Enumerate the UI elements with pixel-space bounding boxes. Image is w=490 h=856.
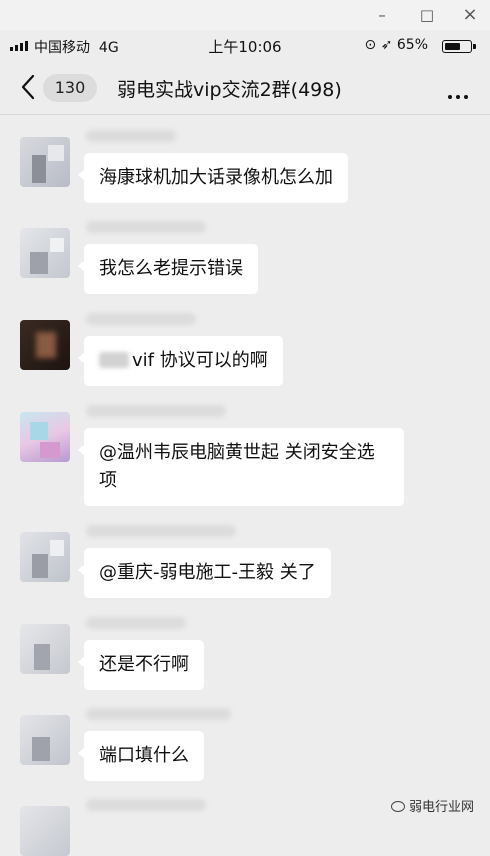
back-arrow-icon[interactable] xyxy=(18,72,38,102)
message-bubble[interactable]: 还是不行啊 xyxy=(78,640,204,690)
battery-icon xyxy=(442,40,476,53)
unread-count-badge[interactable]: 130 xyxy=(43,74,97,102)
avatar[interactable] xyxy=(20,715,70,765)
close-button[interactable]: × xyxy=(458,4,482,26)
sender-name-blurred xyxy=(86,130,176,142)
avatar[interactable] xyxy=(20,320,70,370)
sender-name-blurred xyxy=(86,221,206,233)
message-bubble[interactable]: vif 协议可以的啊 xyxy=(78,336,283,386)
message-bubble[interactable]: 端口填什么 xyxy=(78,731,204,781)
status-icons: ⊙ ➶ 65% xyxy=(365,37,429,53)
orientation-lock-icon: ⊙ xyxy=(364,37,377,53)
message-bubble[interactable]: @重庆-弱电施工-王毅 关了 xyxy=(78,548,331,598)
message-bubble[interactable]: 海康球机加大话录像机怎么加 xyxy=(78,153,348,203)
more-options-icon[interactable] xyxy=(446,84,470,103)
redacted-text xyxy=(99,352,129,368)
battery-percent: 65% xyxy=(396,37,428,53)
sender-name-blurred xyxy=(86,525,236,537)
location-icon: ➶ xyxy=(380,37,393,53)
avatar[interactable] xyxy=(20,532,70,582)
message-bubble[interactable]: @温州韦辰电脑黄世起 关闭安全选项 xyxy=(78,428,404,506)
avatar[interactable] xyxy=(20,412,70,462)
sender-name-blurred xyxy=(86,313,196,325)
message-bubble[interactable]: 我怎么老提示错误 xyxy=(78,244,258,294)
window-titlebar: – □ × xyxy=(0,0,490,30)
watermark: 弱电行业网 xyxy=(390,796,474,815)
chat-title: 弱电实战vip交流2群(498) xyxy=(117,79,342,101)
avatar[interactable] xyxy=(20,806,70,856)
avatar[interactable] xyxy=(20,228,70,278)
maximize-button[interactable]: □ xyxy=(415,4,439,26)
sender-name-blurred xyxy=(86,708,231,720)
status-bar: 中国移动 4G 上午10:06 ⊙ ➶ 65% xyxy=(0,30,490,62)
wechat-icon xyxy=(390,801,405,812)
avatar[interactable] xyxy=(20,137,70,187)
chat-navbar: 130 弱电实战vip交流2群(498) xyxy=(0,62,490,115)
sender-name-blurred xyxy=(86,405,226,417)
sender-name-blurred xyxy=(86,617,186,629)
minimize-button[interactable]: – xyxy=(370,4,394,26)
avatar[interactable] xyxy=(20,624,70,674)
sender-name-blurred xyxy=(86,799,206,811)
